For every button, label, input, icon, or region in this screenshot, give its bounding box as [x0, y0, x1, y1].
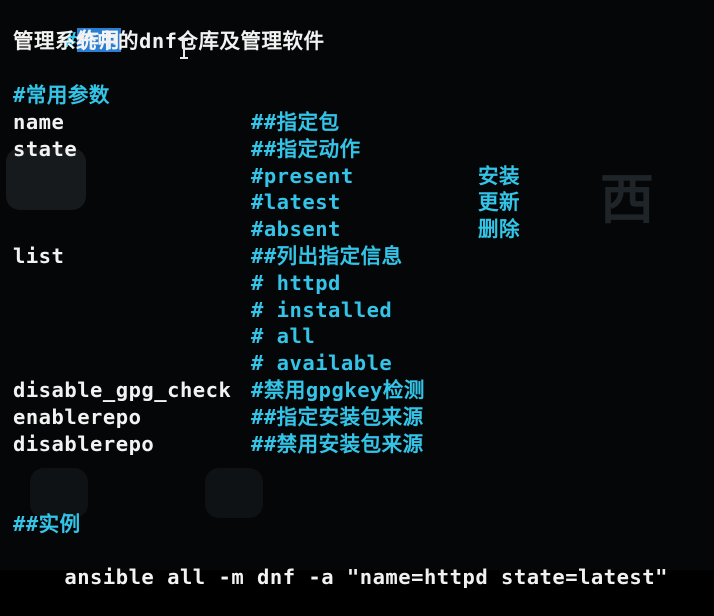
param-name: list — [13, 244, 65, 268]
example-heading: ##实例 — [13, 512, 81, 536]
param-row: state ##指定动作 — [13, 136, 703, 162]
param-comment: ##指定安装包来源 — [251, 404, 424, 429]
param-comment: ##禁用安装包来源 — [251, 431, 424, 456]
command-text: ansible all -m dnf -a — [64, 565, 347, 589]
i-beam-cursor-icon — [180, 39, 188, 59]
param-name: disablerepo — [13, 431, 155, 456]
example-command: ansible all -m dnf -a "name=httpd state=… — [13, 538, 668, 589]
param-row: # installed — [13, 297, 703, 323]
purpose-description: 管理系统中的dnf仓库及管理软件 — [13, 28, 325, 54]
command-argument: "name=httpd state=latest" — [346, 565, 668, 589]
param-row: #absent 删除 — [13, 216, 703, 242]
param-comment: ##指定动作 — [251, 136, 361, 161]
param-name: enablerepo — [13, 404, 142, 429]
param-comment: ##指定包 — [251, 110, 340, 134]
param-comment: # httpd — [251, 270, 341, 295]
param-row: # httpd — [13, 270, 703, 296]
description-part-1: 管理系统中的 — [13, 29, 139, 53]
param-note: 安装 — [478, 163, 520, 188]
param-note: 更新 — [478, 190, 520, 215]
param-row: #present 安装 — [13, 163, 703, 189]
param-comment: #latest — [251, 190, 341, 215]
param-comment: # available — [251, 351, 393, 376]
param-note: 删除 — [478, 217, 520, 242]
param-row: disable_gpg_check #禁用gpgkey检测 — [13, 377, 703, 403]
param-comment: #present — [251, 163, 354, 188]
param-name: state — [13, 136, 78, 161]
param-comment: # installed — [251, 297, 393, 322]
param-name: name — [13, 110, 65, 134]
param-comment: #禁用gpgkey检测 — [251, 378, 425, 402]
param-row: disablerepo ##禁用安装包来源 — [13, 431, 703, 457]
param-row: #latest 更新 — [13, 189, 703, 215]
param-row: list ##列出指定信息 — [13, 243, 703, 269]
param-comment: ##列出指定信息 — [251, 244, 403, 268]
terminal-editor[interactable]: 西 #作用 管理系统中的dnf仓库及管理软件 #常用参数 name ##指定包 st… — [0, 0, 714, 589]
param-row: # all — [13, 323, 703, 349]
param-comment: #absent — [251, 217, 341, 242]
param-name: disable_gpg_check — [13, 378, 232, 402]
param-row: name ##指定包 — [13, 109, 703, 135]
params-heading: #常用参数 — [13, 83, 110, 107]
param-row: enablerepo ##指定安装包来源 — [13, 404, 703, 430]
description-part-2: dnf仓库及管理软件 — [139, 29, 325, 53]
param-row: # available — [13, 350, 703, 376]
purpose-heading: #作用 — [13, 1, 122, 52]
background-app-icon — [205, 468, 263, 518]
param-comment: # all — [251, 324, 316, 349]
